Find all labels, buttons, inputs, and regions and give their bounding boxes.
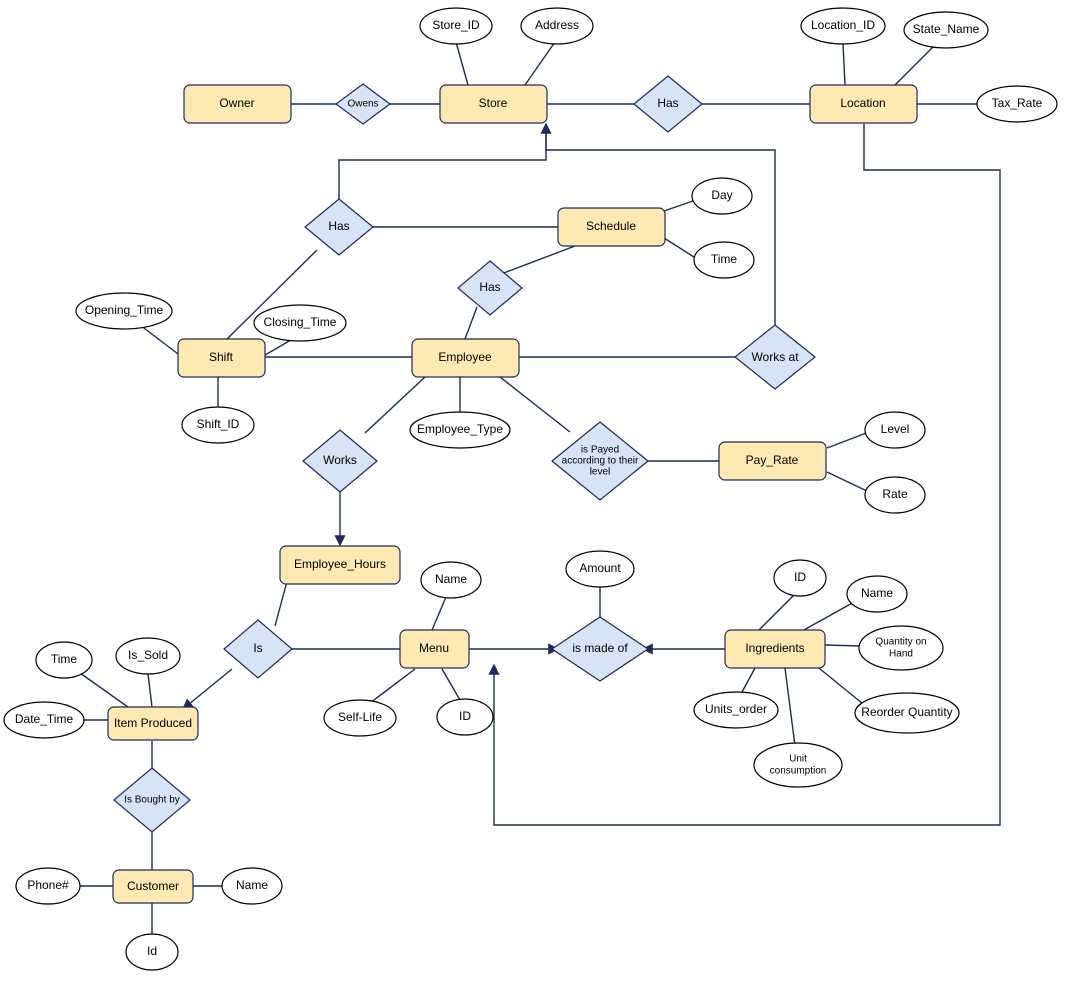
entity-location: Location <box>810 85 917 123</box>
attr-phone: Phone# <box>16 868 80 904</box>
entity-employee-hours: Employee_Hours <box>280 546 400 584</box>
attr-qoh: Quantity on Hand <box>859 626 943 670</box>
attr-store-id: Store_ID <box>420 8 492 44</box>
attr-day: Day <box>692 178 752 214</box>
entity-menu: Menu <box>400 630 469 668</box>
attr-closing-time: Closing_Time <box>254 305 346 341</box>
attr-employee-type: Employee_Type <box>410 412 510 448</box>
attr-tax-rate: Tax_Rate <box>977 86 1057 122</box>
rel-is: Is <box>224 620 292 678</box>
attr-unit-consumption: Unit consumption <box>754 743 842 787</box>
entity-item-produced: Item Produced <box>108 707 198 740</box>
attr-is-sold: Is_Sold <box>116 638 180 674</box>
entity-pay-rate: Pay_Rate <box>719 442 826 480</box>
entity-employee: Employee <box>412 339 519 377</box>
attr-location-id: Location_ID <box>801 8 885 44</box>
attr-cust-id: Id <box>126 934 178 970</box>
entity-customer: Customer <box>113 870 193 903</box>
entity-shift: Shift <box>178 339 265 377</box>
attr-cust-name: Name <box>222 868 282 904</box>
rel-is-made-of: is made of <box>552 617 648 681</box>
attr-self-life: Self-Life <box>324 700 396 736</box>
rel-works: Works <box>303 430 377 492</box>
entity-owner: Owner <box>184 85 291 123</box>
entity-ingredients: Ingredients <box>725 630 825 668</box>
rel-store-schedule-has: Has <box>305 199 373 255</box>
attr-ing-name: Name <box>847 576 907 612</box>
attr-amount: Amount <box>566 551 634 587</box>
attr-ip-time: Time <box>36 642 92 678</box>
entity-store: Store <box>440 85 547 123</box>
rel-is-payed: is Payed according to their level <box>552 422 648 500</box>
rel-owens: Owens <box>336 84 390 124</box>
attr-level: Level <box>865 412 925 448</box>
attr-reorder-qty: Reorder Quantity <box>855 693 959 733</box>
attr-date-time: Date_Time <box>4 702 84 738</box>
attr-rate: Rate <box>865 477 925 513</box>
attr-time-sched: Time <box>694 242 754 278</box>
attr-ing-id: ID <box>774 560 826 596</box>
attr-opening-time: Opening_Time <box>76 293 172 329</box>
attr-state-name: State_Name <box>904 12 988 48</box>
rel-is-bought-by: Is Bought by <box>114 768 190 832</box>
attr-address: Address <box>521 8 593 44</box>
attr-shift-id: Shift_ID <box>182 407 254 443</box>
entity-schedule: Schedule <box>558 208 665 246</box>
rel-works-at: Works at <box>735 325 815 389</box>
attr-units-order: Units_order <box>694 692 778 728</box>
rel-store-location-has: Has <box>634 76 702 132</box>
er-diagram: Owner Store Location Schedule Shift Empl… <box>0 0 1072 992</box>
attr-menu-name: Name <box>421 562 481 598</box>
attr-menu-id: ID <box>437 699 493 735</box>
